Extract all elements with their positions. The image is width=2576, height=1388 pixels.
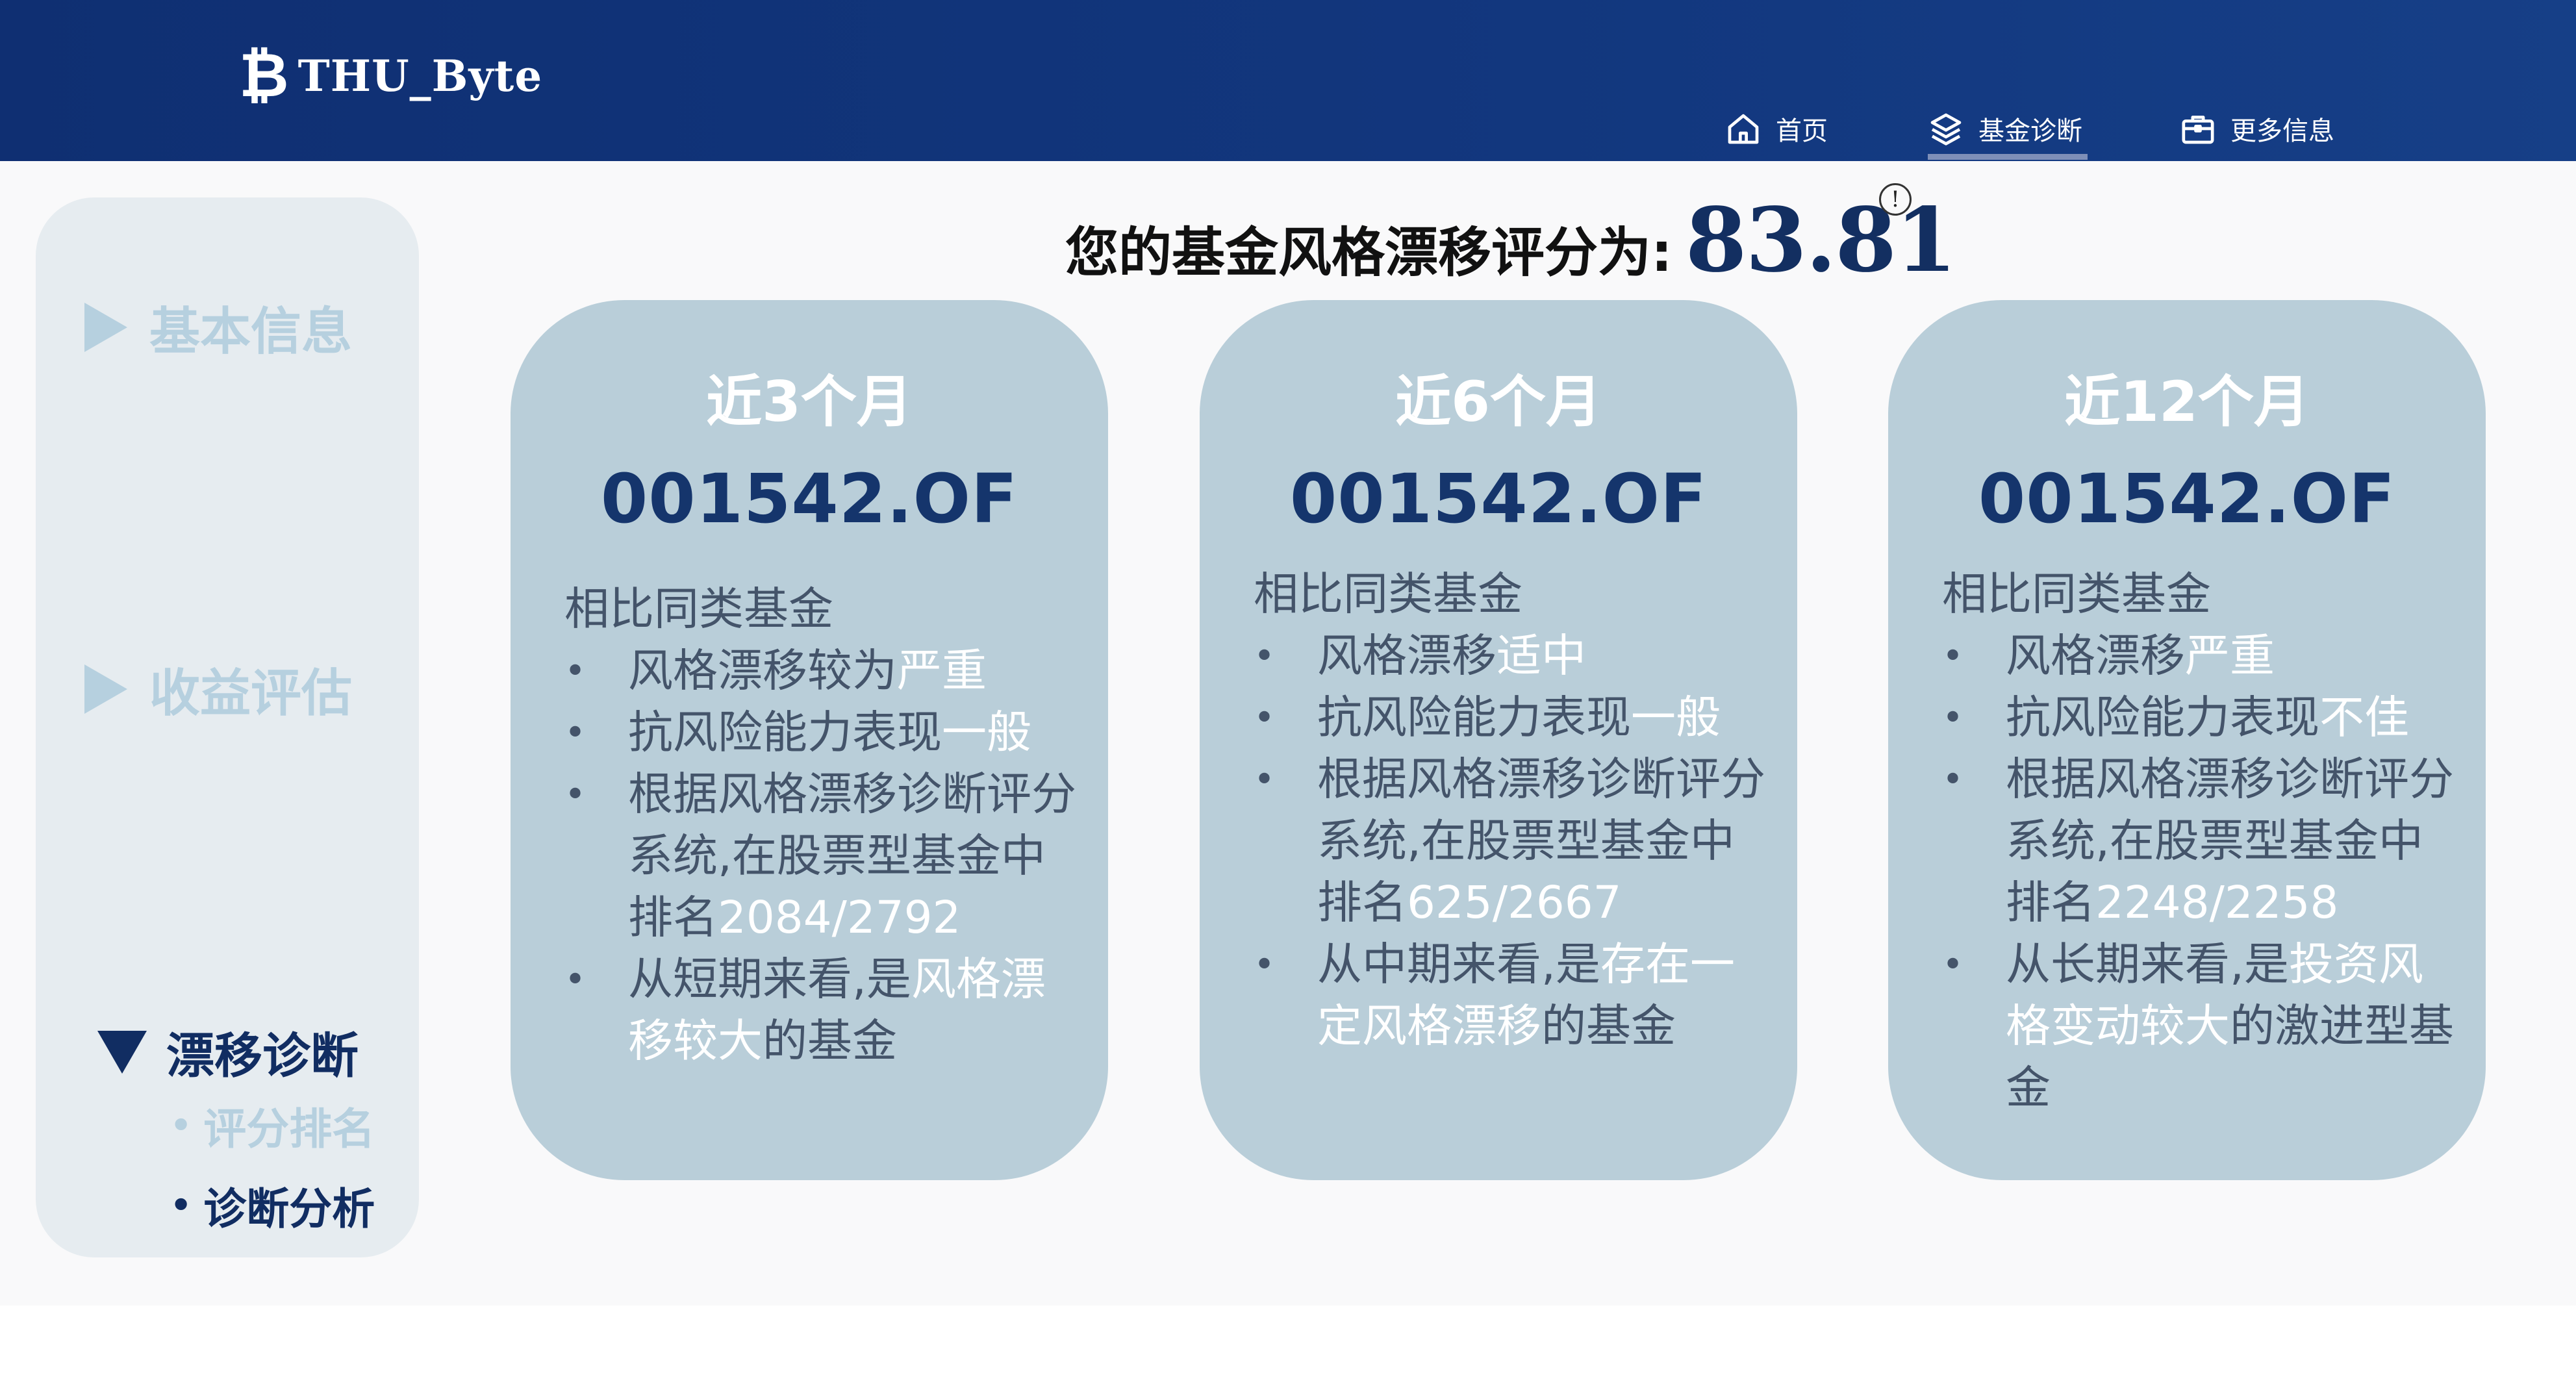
bullet-icon: • — [170, 1186, 192, 1225]
card-intro: 相比同类基金 — [1254, 568, 1522, 620]
sidebar-sublabel-diagnosis-analysis: 诊断分析 — [203, 1184, 375, 1234]
finding-item: 根据风格漂移诊断评分系统,在股票型基金中排名2248/2258 — [1942, 749, 2462, 934]
card-summary: 相比同类基金 风格漂移适中 抗风险能力表现一般 根据风格漂移诊断评分系统,在股票… — [1254, 563, 1773, 1057]
period-card-12m: 近12个月 001542.OF 相比同类基金 风格漂移严重 抗风险能力表现不佳 … — [1888, 300, 2486, 1180]
card-period: 近12个月 — [2064, 370, 2310, 435]
sidebar-label-return-evaluation: 收益评估 — [149, 664, 353, 723]
finding-item: 风格漂移较为严重 — [564, 640, 1084, 702]
sidebar-label-basic-info: 基本信息 — [149, 303, 353, 361]
bullet-icon: • — [170, 1106, 192, 1145]
fund-code: 001542.OF — [1978, 459, 2396, 538]
sidebar-subitem-score-ranking[interactable]: • 评分排名 — [170, 1094, 375, 1157]
sidebar-sublabel-score-ranking: 评分排名 — [203, 1104, 375, 1154]
nav-label-more-info: 更多信息 — [2230, 116, 2334, 146]
score-label: 您的基金风格漂移评分为: — [1065, 222, 1673, 284]
nav-label-fund-diagnosis: 基金诊断 — [1978, 116, 2082, 146]
nav-label-home: 首页 — [1776, 116, 1828, 146]
finding-item: 根据风格漂移诊断评分系统,在股票型基金中排名625/2667 — [1254, 749, 1773, 934]
page-footer-blank — [0, 1306, 2576, 1388]
card-period: 近3个月 — [706, 370, 913, 435]
fund-code: 001542.OF — [1289, 459, 1708, 538]
period-card-6m: 近6个月 001542.OF 相比同类基金 风格漂移适中 抗风险能力表现一般 根… — [1200, 300, 1797, 1180]
caret-down-icon — [97, 1030, 147, 1074]
layers-icon — [1930, 113, 1962, 145]
brand-name: THU_Byte — [297, 51, 543, 101]
finding-item: 从长期来看,是投资风格变动较大的激进型基金 — [1942, 934, 2462, 1119]
card-summary: 相比同类基金 风格漂移较为严重 抗风险能力表现一般 根据风格漂移诊断评分系统,在… — [564, 578, 1084, 1072]
finding-item: 根据风格漂移诊断评分系统,在股票型基金中排名2084/2792 — [564, 764, 1084, 949]
nav-item-home[interactable]: 首页 — [1706, 96, 1847, 161]
period-card-3m: 近3个月 001542.OF 相比同类基金 风格漂移较为严重 抗风险能力表现一般… — [511, 300, 1108, 1180]
card-findings: 风格漂移较为严重 抗风险能力表现一般 根据风格漂移诊断评分系统,在股票型基金中排… — [564, 640, 1084, 1072]
nav-item-fund-diagnosis[interactable]: 基金诊断 — [1908, 96, 2102, 161]
caret-right-icon — [84, 303, 127, 352]
card-period: 近6个月 — [1395, 370, 1602, 435]
briefcase-icon — [2182, 116, 2214, 144]
sidebar-label-drift-diagnosis: 漂移诊断 — [166, 1028, 359, 1084]
finding-item: 从短期来看,是风格漂移较大的基金 — [564, 949, 1084, 1072]
card-intro: 相比同类基金 — [564, 583, 833, 635]
bitcoin-icon: ₿ — [239, 40, 289, 111]
finding-item: 从中期来看,是存在一定风格漂移的基金 — [1254, 934, 1773, 1057]
finding-item: 抗风险能力表现不佳 — [1942, 687, 2462, 749]
finding-item: 抗风险能力表现一般 — [1254, 687, 1773, 749]
caret-right-icon — [84, 664, 127, 714]
finding-item: 风格漂移适中 — [1254, 625, 1773, 687]
finding-item: 抗风险能力表现一般 — [564, 702, 1084, 764]
sidebar-item-return-evaluation[interactable]: 收益评估 — [84, 653, 352, 726]
card-summary: 相比同类基金 风格漂移严重 抗风险能力表现不佳 根据风格漂移诊断评分系统,在股票… — [1942, 563, 2462, 1119]
card-findings: 风格漂移适中 抗风险能力表现一般 根据风格漂移诊断评分系统,在股票型基金中排名6… — [1254, 625, 1773, 1057]
sidebar-item-basic-info[interactable]: 基本信息 — [84, 291, 352, 364]
card-intro: 相比同类基金 — [1942, 568, 2211, 620]
sidebar-item-drift-diagnosis[interactable]: 漂移诊断 — [97, 1017, 359, 1087]
home-icon — [1728, 114, 1759, 144]
fund-code: 001542.OF — [600, 459, 1018, 538]
score-value: 83.81 — [1685, 188, 1957, 292]
finding-item: 风格漂移严重 — [1942, 625, 2462, 687]
card-findings: 风格漂移严重 抗风险能力表现不佳 根据风格漂移诊断评分系统,在股票型基金中排名2… — [1942, 625, 2462, 1119]
sidebar-subitem-diagnosis-analysis[interactable]: • 诊断分析 — [170, 1174, 375, 1237]
brand-logo[interactable]: ₿ THU_Byte — [239, 40, 542, 112]
nav-item-more-info[interactable]: 更多信息 — [2160, 96, 2354, 161]
drift-score-heading: 您的基金风格漂移评分为: 83.81 — [1065, 188, 1957, 292]
info-icon[interactable]: ! — [1879, 183, 1912, 216]
top-navigation-bar: ₿ THU_Byte 首页 基金诊断 更多信息 — [0, 0, 2576, 161]
